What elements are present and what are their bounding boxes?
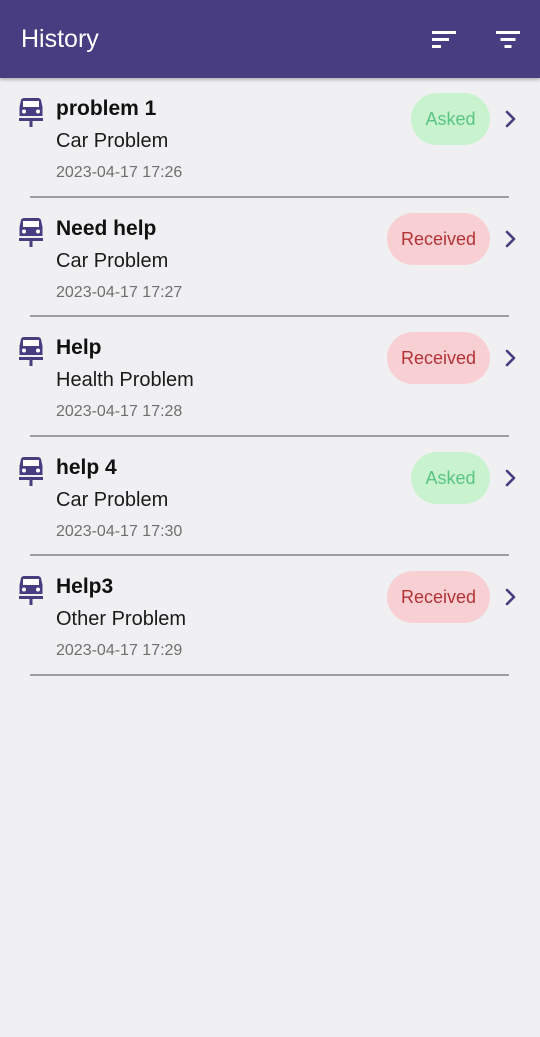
status-badge: Received xyxy=(386,212,490,265)
status-badge: Received xyxy=(386,332,490,384)
chevron-right-icon[interactable] xyxy=(503,468,519,488)
chevron-right-icon[interactable] xyxy=(503,109,519,129)
list-item[interactable]: problem 1 Car Problem 2023-04-17 17:26 Aske… xyxy=(0,78,540,198)
page-title: History xyxy=(21,25,99,53)
item-title: Need help xyxy=(56,216,157,240)
item-title: help 4 xyxy=(56,455,117,479)
item-timestamp: 2023-04-17 17:30 xyxy=(56,522,183,540)
item-category: Car Problem xyxy=(56,249,169,272)
chevron-right-icon[interactable] xyxy=(503,229,519,249)
history-list: problem 1 Car Problem 2023-04-17 17:26 Aske… xyxy=(0,78,540,676)
list-item[interactable]: Help3 Other Problem 2023-04-17 17:29 Receiv… xyxy=(0,556,540,676)
item-category: Health Problem xyxy=(56,369,194,391)
sort-icon xyxy=(432,31,456,48)
divider xyxy=(30,673,509,676)
status-badge: Received xyxy=(386,571,490,623)
chevron-right-icon[interactable] xyxy=(503,587,519,607)
car-icon xyxy=(18,215,44,247)
list-item[interactable]: help 4 Car Problem 2023-04-17 17:30 Asked xyxy=(0,437,540,556)
item-timestamp: 2023-04-17 17:29 xyxy=(56,642,183,659)
list-item[interactable]: Help Health Problem 2023-04-17 17:28 Receiv… xyxy=(0,317,540,437)
item-title: Help xyxy=(56,336,102,359)
chevron-right-icon[interactable] xyxy=(503,348,519,368)
item-category: Other Problem xyxy=(56,608,187,630)
filter-icon xyxy=(496,31,520,48)
car-icon xyxy=(18,334,44,366)
status-badge: Asked xyxy=(411,93,490,145)
car-icon xyxy=(18,95,44,127)
car-icon xyxy=(18,573,44,605)
status-badge: Asked xyxy=(411,451,490,504)
item-timestamp: 2023-04-17 17:26 xyxy=(56,164,183,181)
item-timestamp: 2023-04-17 17:27 xyxy=(56,283,183,301)
filter-button[interactable] xyxy=(493,27,523,53)
item-category: Car Problem xyxy=(56,488,169,511)
item-timestamp: 2023-04-17 17:28 xyxy=(56,403,183,420)
app-bar: History xyxy=(0,0,540,78)
car-icon xyxy=(18,454,44,486)
sort-button[interactable] xyxy=(429,27,459,53)
item-title: Help3 xyxy=(56,575,114,598)
list-item[interactable]: Need help Car Problem 2023-04-17 17:27 Rece… xyxy=(0,198,540,317)
item-category: Car Problem xyxy=(56,130,169,152)
item-title: problem 1 xyxy=(56,97,157,120)
